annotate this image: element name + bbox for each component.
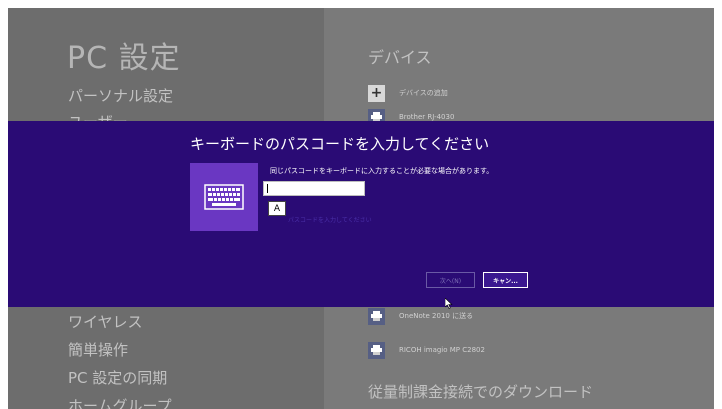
printer-icon	[368, 341, 385, 359]
nav-item-sync[interactable]: PC 設定の同期	[68, 367, 167, 388]
device-name: OneNote 2010 に送る	[399, 312, 474, 320]
next-button[interactable]: 次へ(N)	[426, 272, 475, 288]
nav-item-homegroup[interactable]: ホームグループ	[68, 395, 172, 409]
add-device-label: デバイスの追加	[399, 89, 448, 97]
mouse-pointer-icon	[444, 294, 453, 313]
nav-item-accessibility[interactable]: 簡単操作	[68, 339, 128, 360]
plus-icon: +	[368, 84, 385, 102]
device-name: RICOH imagio MP C2802	[399, 346, 485, 354]
text-caret	[267, 184, 268, 193]
dialog-instruction: 同じパスコードをキーボードに入力することが必要な場合があります。	[270, 167, 494, 175]
nav-item-wireless[interactable]: ワイヤレス	[68, 311, 143, 332]
device-item[interactable]: OneNote 2010 に送る	[368, 305, 473, 327]
nav-item-personalize[interactable]: パーソナル設定	[68, 85, 173, 106]
dialog-title: キーボードのパスコードを入力してください	[190, 135, 490, 153]
passcode-input[interactable]	[263, 181, 365, 196]
devices-heading: デバイス	[368, 48, 432, 67]
device-name: Brother RJ-4030	[399, 113, 455, 121]
passcode-placeholder: パスコードを入力してください	[288, 217, 372, 224]
passcode-dialog: キーボードのパスコードを入力してください 同じパスコードをキーボードに入力するこ…	[8, 121, 714, 309]
add-device-button[interactable]: + デバイスの追加	[368, 82, 448, 104]
cancel-button[interactable]: キャン...	[483, 272, 528, 288]
metered-download-heading: 従量制課金接続でのダウンロード	[368, 383, 594, 401]
printer-icon	[368, 307, 385, 325]
screen: PC 設定 パーソナル設定 ユーザー ワイヤレス 簡単操作 PC 設定の同期 ホ…	[8, 8, 714, 409]
page-title: PC 設定	[67, 41, 181, 76]
keyboard-icon	[190, 163, 258, 231]
ime-mode-indicator: A	[268, 201, 286, 216]
device-item[interactable]: RICOH imagio MP C2802	[368, 339, 485, 361]
